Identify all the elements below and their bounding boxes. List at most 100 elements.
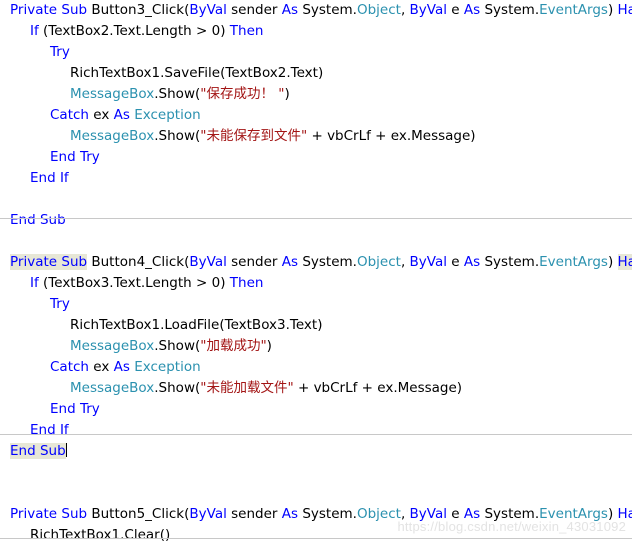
code-line[interactable]: End Sub [0,441,632,462]
code-token: ByVal [409,254,448,270]
code-token: End [30,170,56,186]
code-token: MessageBox [70,380,155,396]
code-line[interactable]: RichTextBox1.SaveFile(TextBox2.Text) [0,63,632,84]
code-token: RichTextBox1.SaveFile(TextBox2.Text) [70,65,324,81]
code-token: As [463,254,481,270]
code-line[interactable] [0,189,632,210]
watermark-text: https://blog.csdn.net/weixin_43031092 [397,519,626,534]
code-line[interactable]: RichTextBox1.LoadFile(TextBox3.Text) [0,315,632,336]
code-token: ex [88,107,114,123]
code-token: End [30,422,56,438]
code-token: Then [229,275,264,291]
code-token: Sub [39,443,66,459]
code-token: End [10,212,36,228]
code-token: End [10,443,36,459]
code-token: e [447,2,464,18]
code-token: End [50,401,76,417]
code-token: ) [284,86,290,102]
code-token: System. [298,506,357,522]
code-token: "保存成功！ " [200,86,285,102]
code-token: Button3_Click [87,2,185,18]
code-token: As [281,506,299,522]
code-token: If [59,170,69,186]
code-token: Sub [61,2,88,18]
code-token: ByVal [189,506,227,522]
code-token: Try [50,296,70,312]
code-token: As [113,107,130,123]
text-caret [65,443,67,457]
code-line[interactable] [0,231,632,252]
code-token: If [30,23,39,39]
code-token: .Show( [154,128,201,144]
code-token: Catch [50,359,89,375]
code-text-area[interactable]: Private Sub Button3_Click(ByVal sender A… [0,0,632,546]
code-line[interactable]: End If [0,420,632,441]
code-line[interactable] [0,462,632,483]
code-token: "未能保存到文件" [200,128,308,144]
code-token: MessageBox [70,128,155,144]
code-token: As [281,2,299,18]
code-token: Then [229,23,264,39]
code-line[interactable]: Private Sub Button3_Click(ByVal sender A… [0,0,632,21]
code-token: System. [480,2,540,18]
code-line[interactable]: Catch ex As Exception [0,105,632,126]
code-token: System. [298,254,357,270]
code-token: Try [79,401,100,417]
code-token: ByVal [189,2,227,18]
code-token: As [281,254,299,270]
code-token: ByVal [189,254,227,270]
code-line[interactable]: Try [0,42,632,63]
code-token: RichTextBox1.LoadFile(TextBox3.Text) [70,317,323,333]
code-token: If [59,422,69,438]
code-token: "加载成功" [200,338,267,354]
code-token: Private [10,254,58,270]
code-token: RichTextBox1.Clear() [30,527,171,543]
code-line[interactable]: End Try [0,147,632,168]
code-editor-pane[interactable]: Private Sub Button3_Click(ByVal sender A… [0,0,632,546]
code-token: Sub [61,254,88,270]
code-token: Object [356,254,401,270]
code-token: Private [10,506,58,522]
code-token: sender [226,506,282,522]
code-token: Handl [617,254,632,270]
code-line[interactable]: End If [0,168,632,189]
code-token: ) [607,2,618,18]
code-token: + vbCrLf + ex.Message) [307,128,476,144]
code-line[interactable]: Try [0,294,632,315]
code-token: Button4_Click [87,254,185,270]
code-token: Try [50,44,70,60]
code-line[interactable]: MessageBox.Show("未能加载文件" + vbCrLf + ex.M… [0,378,632,399]
code-line[interactable]: MessageBox.Show("保存成功！ ") [0,84,632,105]
code-token: Try [79,149,100,165]
code-token: Sub [39,212,66,228]
code-line[interactable]: If (TextBox3.Text.Length > 0) Then [0,273,632,294]
code-token: "未能加载文件" [200,380,294,396]
code-line[interactable]: Catch ex As Exception [0,357,632,378]
code-line[interactable]: End Sub [0,210,632,231]
code-token: ) [607,254,618,270]
code-token: (TextBox2.Text.Length > 0) [38,23,230,39]
code-token: System. [480,254,540,270]
code-token: Private [10,2,58,18]
code-line[interactable]: If (TextBox2.Text.Length > 0) Then [0,21,632,42]
code-line[interactable]: MessageBox.Show("未能保存到文件" + vbCrLf + ex.… [0,126,632,147]
code-token: Catch [50,107,89,123]
code-token: sender [226,2,282,18]
code-line[interactable] [0,483,632,504]
code-line[interactable]: End Try [0,399,632,420]
code-token: Handl [617,2,632,18]
code-token: Exception [134,359,201,375]
code-token: EventArgs [539,254,608,270]
code-line[interactable]: Private Sub Button4_Click(ByVal sender A… [0,252,632,273]
code-token: Exception [134,107,201,123]
code-line[interactable]: MessageBox.Show("加载成功") [0,336,632,357]
region-separator-line [0,538,632,539]
code-token: End [50,149,76,165]
code-token: If [30,275,39,291]
code-token: Object [356,2,401,18]
code-token: .Show( [154,86,201,102]
code-token: sender [226,254,282,270]
code-token: (TextBox3.Text.Length > 0) [38,275,230,291]
code-token: System. [298,2,357,18]
code-token: + vbCrLf + ex.Message) [293,380,463,396]
